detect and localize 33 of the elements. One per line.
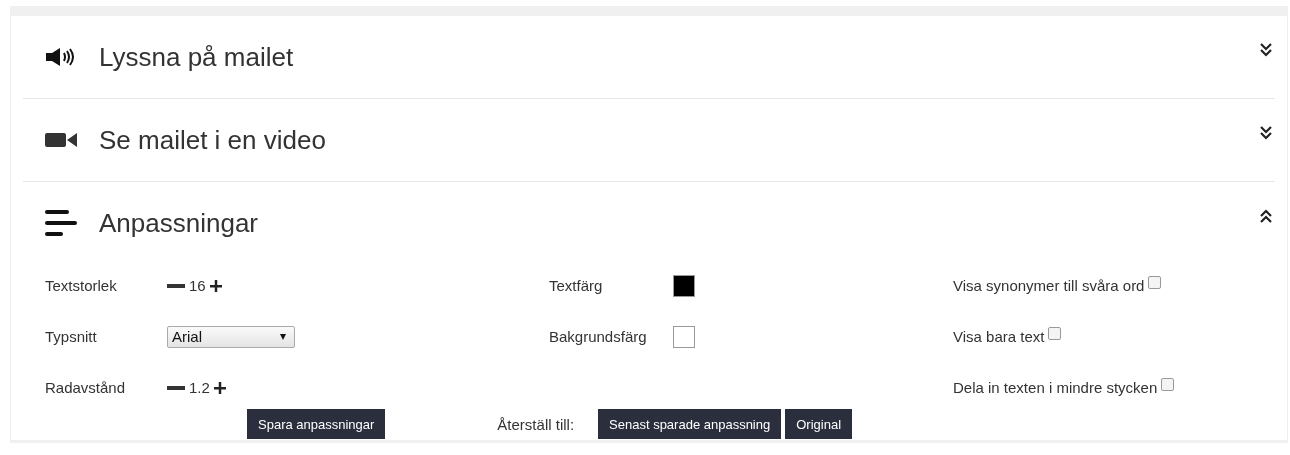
option-label: Visa synonymer till svåra ord xyxy=(953,277,1145,294)
video-camera-icon xyxy=(45,132,77,148)
save-button[interactable]: Spara anpassningar xyxy=(247,409,386,439)
color-swatch[interactable] xyxy=(673,274,695,297)
reset-button[interactable]: Senast sparade anpassning xyxy=(598,409,782,439)
checkbox[interactable] xyxy=(1048,327,1062,340)
setting-value: 16 xyxy=(189,277,206,294)
option-label: Dela in texten i mindre stycken xyxy=(953,379,1158,396)
checkbox[interactable] xyxy=(1148,276,1162,289)
color-swatch[interactable] xyxy=(673,325,695,348)
reset-button[interactable]: Original xyxy=(785,409,853,439)
section-title[interactable]: Se mailet i en video xyxy=(99,124,1259,156)
collapse-icon[interactable] xyxy=(1259,209,1273,223)
section-title[interactable]: Anpassningar xyxy=(99,207,1259,239)
text-lines-icon xyxy=(45,210,77,236)
font-dropdown[interactable]: Arial xyxy=(167,325,295,348)
setting-value: 1.2 xyxy=(189,379,210,396)
minus-icon[interactable] xyxy=(167,385,185,390)
setting-label: Bakgrundsfärg xyxy=(549,328,648,345)
setting-label: Textfärg xyxy=(549,277,604,294)
plus-icon[interactable] xyxy=(209,279,222,292)
plus-icon[interactable] xyxy=(213,381,226,394)
option-label: Visa bara text xyxy=(953,328,1045,345)
expand-icon[interactable] xyxy=(1259,126,1273,140)
setting-label: Textstorlek xyxy=(45,277,118,294)
checkbox[interactable] xyxy=(1161,378,1175,391)
section-title[interactable]: Lyssna på mailet xyxy=(99,41,1259,73)
setting-label: Typsnitt xyxy=(45,328,98,345)
expand-icon[interactable] xyxy=(1259,43,1273,57)
setting-label: Radavstånd xyxy=(45,379,127,396)
reset-label: Återställ till: xyxy=(497,415,575,433)
speaker-icon xyxy=(45,47,77,67)
minus-icon[interactable] xyxy=(167,283,185,288)
